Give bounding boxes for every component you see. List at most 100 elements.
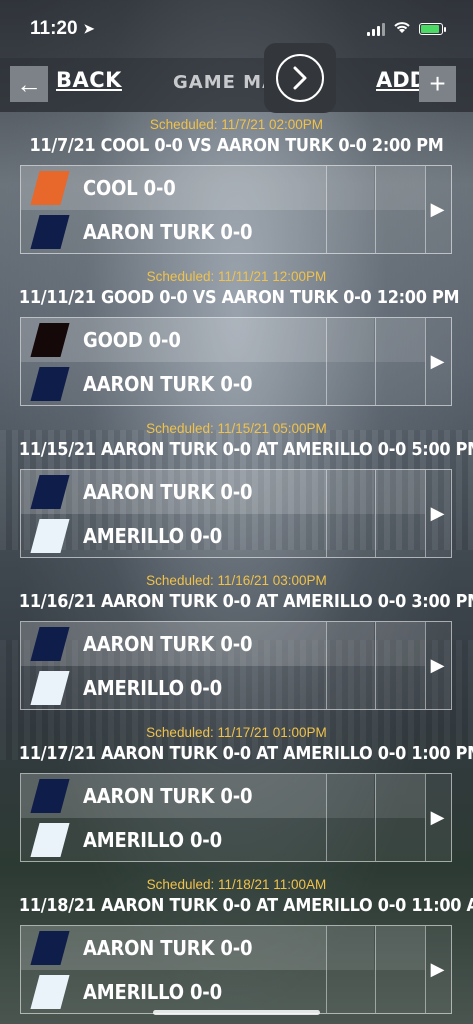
game-title: 11/15/21 AARON TURK 0-0 AT AMERILLO 0-0 … bbox=[18, 440, 473, 460]
team-name: AARON TURK 0-0 bbox=[83, 372, 253, 396]
game-item: Scheduled: 11/11/21 12:00PM 11/11/21 GOO… bbox=[0, 264, 473, 416]
team-color-swatch bbox=[30, 519, 70, 553]
team-row-home: AMERILLO 0-0 bbox=[21, 666, 326, 710]
game-card[interactable]: GOOD 0-0 AARON TURK 0-0 ▶ bbox=[20, 317, 452, 406]
plus-icon: + bbox=[429, 68, 446, 99]
game-scheduled-text: Scheduled: 11/15/21 05:00PM bbox=[146, 421, 327, 436]
team-name: AARON TURK 0-0 bbox=[83, 632, 253, 656]
team-color-swatch bbox=[30, 215, 70, 249]
team-name: AARON TURK 0-0 bbox=[83, 220, 253, 244]
team-row-away: AARON TURK 0-0 bbox=[21, 622, 326, 666]
team-color-swatch bbox=[30, 627, 70, 661]
game-card[interactable]: AARON TURK 0-0 AMERILLO 0-0 ▶ bbox=[20, 621, 452, 710]
back-button[interactable]: ← bbox=[10, 66, 48, 102]
score-cell bbox=[375, 166, 425, 210]
game-title: 11/16/21 AARON TURK 0-0 AT AMERILLO 0-0 … bbox=[18, 592, 473, 612]
cellular-signal-icon bbox=[367, 22, 385, 36]
team-color-swatch bbox=[30, 671, 70, 705]
score-cell bbox=[375, 926, 425, 970]
nav-bar: ← BACK GAME MANAGER ADD + bbox=[0, 58, 473, 112]
home-indicator[interactable] bbox=[153, 1010, 320, 1015]
status-time: 11:20 ➤ bbox=[30, 18, 94, 40]
divider bbox=[326, 318, 327, 405]
wifi-icon bbox=[393, 20, 411, 39]
team-color-swatch bbox=[30, 975, 70, 1009]
score-cell bbox=[375, 470, 425, 514]
team-name: GOOD 0-0 bbox=[83, 328, 181, 352]
team-row-away: AARON TURK 0-0 bbox=[21, 470, 326, 514]
game-card[interactable]: COOL 0-0 AARON TURK 0-0 ▶ bbox=[20, 165, 452, 254]
team-color-swatch bbox=[30, 931, 70, 965]
team-name: AMERILLO 0-0 bbox=[83, 524, 222, 548]
team-color-swatch bbox=[30, 367, 70, 401]
score-cell bbox=[326, 470, 374, 514]
divider bbox=[375, 166, 376, 253]
divider bbox=[375, 470, 376, 557]
score-cell bbox=[326, 166, 374, 210]
divider bbox=[375, 318, 376, 405]
back-link[interactable]: BACK bbox=[56, 68, 122, 92]
battery-icon bbox=[419, 23, 446, 35]
game-title: 11/17/21 AARON TURK 0-0 AT AMERILLO 0-0 … bbox=[18, 744, 473, 764]
team-row-home: AMERILLO 0-0 bbox=[21, 818, 326, 862]
game-item: Scheduled: 11/15/21 05:00PM 11/15/21 AAR… bbox=[0, 416, 473, 568]
team-row-home: AMERILLO 0-0 bbox=[21, 514, 326, 558]
game-card[interactable]: AARON TURK 0-0 AMERILLO 0-0 ▶ bbox=[20, 925, 452, 1014]
game-card[interactable]: AARON TURK 0-0 AMERILLO 0-0 ▶ bbox=[20, 469, 452, 558]
game-item: Scheduled: 11/16/21 03:00PM 11/16/21 AAR… bbox=[0, 568, 473, 720]
arrow-left-icon: ← bbox=[16, 68, 42, 99]
score-cell bbox=[375, 774, 425, 818]
play-arrow-icon[interactable]: ▶ bbox=[424, 166, 451, 253]
team-row-home: AMERILLO 0-0 bbox=[21, 970, 326, 1014]
game-list: Scheduled: 11/7/21 02:00PM 11/7/21 COOL … bbox=[0, 112, 473, 1024]
status-icons bbox=[367, 20, 446, 39]
score-cell bbox=[326, 774, 374, 818]
team-color-swatch bbox=[30, 475, 70, 509]
battery-level bbox=[421, 25, 439, 33]
score-cell bbox=[326, 622, 374, 666]
game-title: 11/11/21 GOOD 0-0 VS AARON TURK 0-0 12:0… bbox=[18, 288, 460, 308]
game-title: 11/7/21 COOL 0-0 VS AARON TURK 0-0 2:00 … bbox=[29, 136, 444, 156]
game-title: 11/18/21 AARON TURK 0-0 AT AMERILLO 0-0 … bbox=[18, 896, 473, 916]
play-arrow-icon[interactable]: ▶ bbox=[424, 470, 451, 557]
team-name: AMERILLO 0-0 bbox=[83, 828, 222, 852]
team-name: AARON TURK 0-0 bbox=[83, 480, 253, 504]
game-scheduled-text: Scheduled: 11/17/21 01:00PM bbox=[146, 725, 327, 740]
divider bbox=[375, 622, 376, 709]
game-item: Scheduled: 11/17/21 01:00PM 11/17/21 AAR… bbox=[0, 720, 473, 872]
play-arrow-icon[interactable]: ▶ bbox=[424, 622, 451, 709]
play-arrow-icon[interactable]: ▶ bbox=[424, 774, 451, 861]
team-name: COOL 0-0 bbox=[83, 176, 176, 200]
game-scheduled-text: Scheduled: 11/11/21 12:00PM bbox=[146, 269, 327, 284]
divider bbox=[326, 470, 327, 557]
page-title: GAME MANAGER bbox=[173, 72, 268, 93]
team-row-home: AARON TURK 0-0 bbox=[21, 362, 326, 406]
game-scheduled-text: Scheduled: 11/7/21 02:00PM bbox=[149, 117, 324, 132]
team-color-swatch bbox=[30, 171, 70, 205]
team-color-swatch bbox=[30, 823, 70, 857]
next-button[interactable] bbox=[264, 43, 336, 113]
play-arrow-icon[interactable]: ▶ bbox=[424, 926, 451, 1013]
team-row-home: AARON TURK 0-0 bbox=[21, 210, 326, 254]
divider bbox=[326, 926, 327, 1013]
play-arrow-icon[interactable]: ▶ bbox=[424, 318, 451, 405]
divider bbox=[326, 774, 327, 861]
divider bbox=[375, 774, 376, 861]
team-row-away: AARON TURK 0-0 bbox=[21, 926, 326, 970]
status-bar: 11:20 ➤ bbox=[0, 0, 473, 58]
location-arrow-icon: ➤ bbox=[83, 21, 95, 36]
team-color-swatch bbox=[30, 779, 70, 813]
clock-text: 11:20 bbox=[30, 18, 78, 39]
score-cell bbox=[326, 926, 374, 970]
game-card[interactable]: AARON TURK 0-0 AMERILLO 0-0 ▶ bbox=[20, 773, 452, 862]
team-row-away: GOOD 0-0 bbox=[21, 318, 326, 362]
divider bbox=[326, 622, 327, 709]
score-cell bbox=[375, 622, 425, 666]
chevron-right-icon bbox=[276, 54, 324, 102]
divider bbox=[326, 166, 327, 253]
add-button[interactable]: + bbox=[419, 66, 456, 102]
team-name: AMERILLO 0-0 bbox=[83, 980, 222, 1004]
team-name: AARON TURK 0-0 bbox=[83, 936, 253, 960]
team-color-swatch bbox=[30, 323, 70, 357]
game-item: Scheduled: 11/18/21 11:00AM 11/18/21 AAR… bbox=[0, 872, 473, 1024]
